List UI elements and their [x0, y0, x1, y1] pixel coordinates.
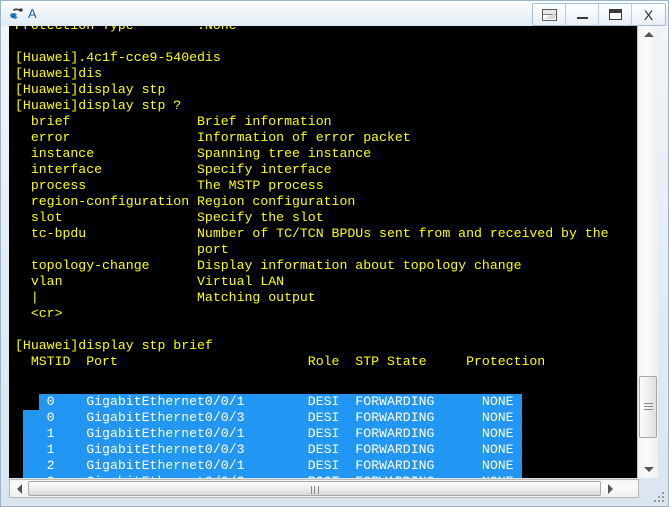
horizontal-scrollbar-thumb[interactable]: [28, 481, 601, 496]
titlebar-left-group: A: [1, 5, 37, 22]
terminal-line: 0 GigabitEthernet0/0/1 DESI FORWARDING N…: [15, 394, 514, 409]
scroll-right-arrow-icon: [607, 483, 613, 494]
scrollbar-grip-icon: [310, 486, 319, 494]
maximize-icon: [608, 9, 622, 20]
terminal-line: | Matching output: [15, 290, 316, 305]
terminal-line: Protection Type :None: [15, 26, 609, 34]
terminal-line: error Information of error packet: [15, 130, 411, 145]
terminal-line: <cr>: [15, 306, 63, 321]
horizontal-scrollbar[interactable]: [9, 479, 639, 498]
restore-button[interactable]: [533, 4, 566, 25]
scroll-up-arrow-button[interactable]: [638, 26, 659, 43]
terminal-line: region-configuration Region configuratio…: [15, 194, 356, 209]
terminal-inner: Protection Type :None [Huawei].4c1f-cce9…: [9, 26, 639, 478]
window-controls: X: [532, 3, 666, 26]
window-title: A: [28, 5, 37, 21]
terminal-line: brief Brief information: [15, 114, 332, 129]
terminal-line: tc-bpdu Number of TC/TCN BPDUs sent from…: [15, 226, 609, 241]
vertical-scrollbar[interactable]: [637, 26, 658, 478]
terminal-line: 0 GigabitEthernet0/0/3 DESI FORWARDING N…: [15, 410, 514, 425]
terminal-line: 1 GigabitEthernet0/0/1 DESI FORWARDING N…: [15, 426, 514, 441]
scroll-right-arrow-button[interactable]: [601, 480, 619, 497]
maximize-button[interactable]: [599, 4, 632, 25]
terminal-line: instance Spanning tree instance: [15, 146, 372, 161]
close-button[interactable]: X: [632, 4, 665, 25]
scroll-down-arrow-icon: [643, 467, 654, 472]
terminal-line: slot Specify the slot: [15, 210, 324, 225]
window-titlebar[interactable]: A X: [1, 1, 668, 26]
terminal-line: 2 GigabitEthernet0/0/1 DESI FORWARDING N…: [15, 458, 514, 473]
scroll-up-arrow-icon: [643, 32, 654, 37]
terminal-line: interface Specify interface: [15, 162, 332, 177]
terminal-line: port: [15, 242, 229, 257]
terminal-line: topology-change Display information abou…: [15, 258, 522, 273]
terminal-line: process The MSTP process: [15, 178, 324, 193]
terminal-line: [Huawei]display stp ?: [15, 98, 182, 113]
scroll-down-arrow-button[interactable]: [638, 461, 659, 478]
ensp-app-icon: [8, 5, 25, 22]
scroll-left-arrow-button[interactable]: [10, 480, 28, 497]
minimize-button[interactable]: [566, 4, 599, 25]
terminal-line: vlan Virtual LAN: [15, 274, 285, 289]
terminal-line: [Huawei]display stp brief: [15, 338, 213, 353]
terminal-line: [Huawei].4c1f-cce9-540edis: [15, 50, 221, 65]
terminal-output-text: Protection Type :None [Huawei].4c1f-cce9…: [15, 26, 609, 370]
terminal-line: 2 GigabitEthernet0/0/3 ROOT FORWARDING N…: [15, 474, 514, 478]
terminal-line: MSTID Port Role STP State Protection: [15, 354, 546, 369]
terminal-window: A X Protection Type :None [Huawei].4c1f-…: [0, 0, 669, 507]
minimize-icon: [576, 17, 588, 19]
terminal-line: [Huawei]dis: [15, 66, 103, 81]
terminal-console[interactable]: Protection Type :None [Huawei].4c1f-cce9…: [9, 26, 639, 478]
terminal-line: [Huawei]display stp: [15, 82, 166, 97]
scroll-left-arrow-icon: [16, 483, 22, 494]
window-resize-grip[interactable]: [651, 489, 664, 502]
stp-brief-table-rows: 0 GigabitEthernet0/0/1 DESI FORWARDING N…: [15, 394, 514, 478]
close-icon: X: [643, 6, 654, 23]
restore-icon: [541, 8, 557, 21]
scrollbar-grip-icon: [644, 403, 653, 410]
terminal-line: 1 GigabitEthernet0/0/3 DESI FORWARDING N…: [15, 442, 514, 457]
vertical-scrollbar-thumb[interactable]: [639, 376, 657, 438]
